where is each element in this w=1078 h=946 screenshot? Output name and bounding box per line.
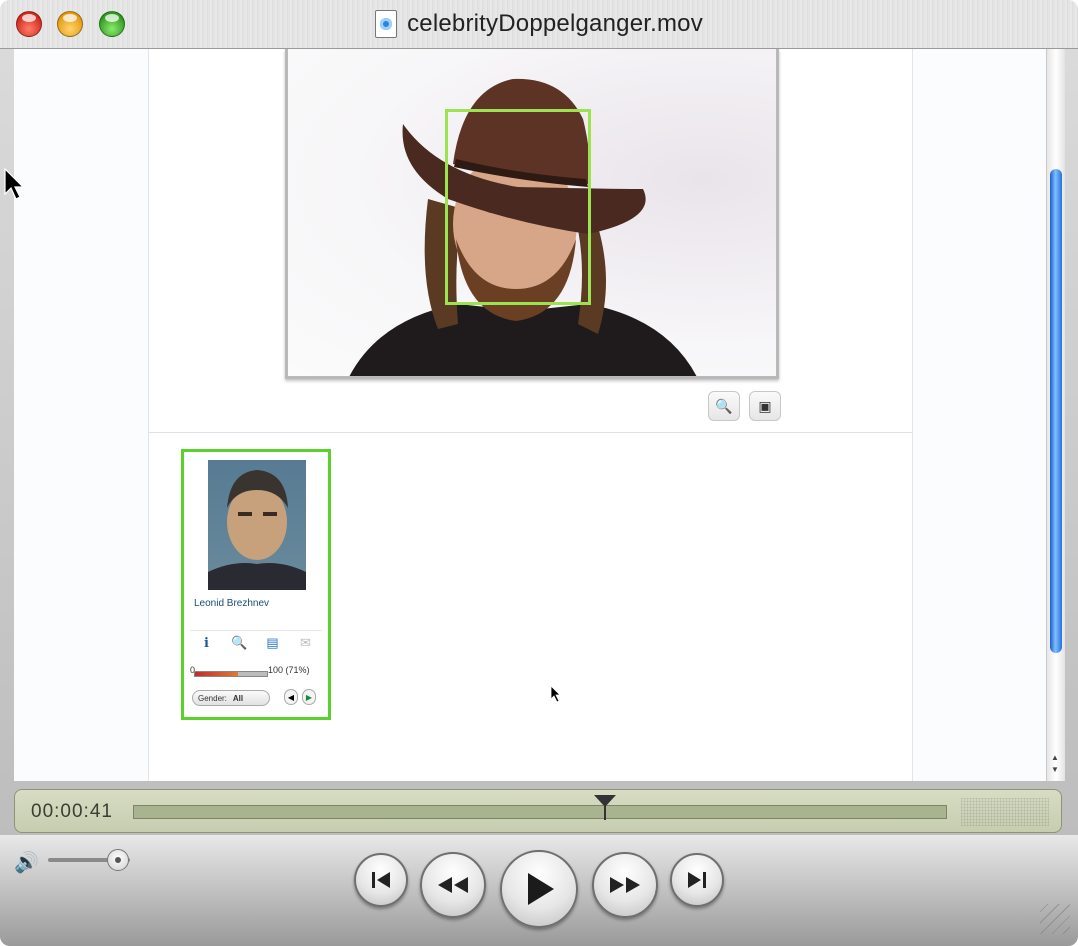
celebrity-photo <box>208 460 306 590</box>
next-match-button[interactable]: ▶ <box>302 689 316 705</box>
card-view-button[interactable]: ▤ <box>262 633 284 653</box>
rewind-icon <box>438 877 468 893</box>
movie-file-icon <box>375 10 398 38</box>
photo-card-icon: ▣ <box>758 397 772 414</box>
mail-button[interactable]: ✉ <box>295 633 317 653</box>
timecode: 00:00:41 <box>31 801 113 822</box>
mouse-cursor-icon <box>550 685 561 703</box>
source-photo <box>285 49 779 379</box>
fast-forward-icon <box>610 877 640 893</box>
card-icon: ▤ <box>266 635 279 650</box>
window-title-area: celebrityDoppelganger.mov <box>0 0 1078 48</box>
card-toolbar: i 🔍 ▤ ✉ <box>190 630 322 655</box>
slider-value-label: 100 (71%) <box>268 665 310 675</box>
scroll-thumb[interactable] <box>1050 169 1062 653</box>
window-title: celebrityDoppelganger.mov <box>407 10 703 37</box>
movie-content: 🔍 ▣ Leonid Brezhnev i 🔍 ▤ ✉ 0 100 (71%) … <box>14 49 1046 781</box>
mail-icon: ✉ <box>300 635 311 650</box>
scroll-up-arrow-icon[interactable]: ▲ <box>1051 753 1059 762</box>
mouse-pointer-icon <box>4 168 25 200</box>
go-to-end-button[interactable] <box>670 853 724 907</box>
search-button[interactable]: 🔍 <box>229 633 251 653</box>
celebrity-match-card[interactable]: Leonid Brezhnev i 🔍 ▤ ✉ 0 100 (71%) Gend… <box>181 449 331 720</box>
right-arrow-icon: ▶ <box>305 692 313 702</box>
celebrity-portrait-illustration <box>208 470 306 590</box>
scrubber-track[interactable] <box>133 805 947 819</box>
gender-filter[interactable]: Gender: All <box>192 690 270 706</box>
resize-handle-icon[interactable] <box>1040 904 1070 934</box>
photo-info-button[interactable]: ▣ <box>749 391 781 421</box>
play-button[interactable] <box>500 850 578 928</box>
volume-knob[interactable] <box>106 849 129 871</box>
face-detection-box <box>445 109 591 305</box>
play-icon <box>528 873 554 905</box>
previous-match-button[interactable]: ◀ <box>284 689 298 705</box>
playhead-line <box>604 802 607 820</box>
fast-forward-button[interactable] <box>592 852 658 918</box>
info-icon: i <box>204 635 209 651</box>
search-icon: 🔍 <box>231 635 248 650</box>
similarity-slider[interactable] <box>194 671 268 677</box>
speaker-icon[interactable]: 🔊 <box>14 850 39 875</box>
skip-to-end-icon <box>688 872 706 888</box>
timeline-display: 00:00:41 <box>14 789 1062 833</box>
right-margin <box>912 49 1046 781</box>
left-margin <box>14 49 149 781</box>
rewind-button[interactable] <box>420 852 486 918</box>
scroll-down-arrow-icon[interactable]: ▼ <box>1051 765 1059 774</box>
go-to-start-button[interactable] <box>354 853 408 907</box>
magnifier-icon: 🔍 <box>715 397 733 414</box>
info-button[interactable]: i <box>196 633 218 653</box>
gender-label: Gender: <box>198 693 227 703</box>
celebrity-name: Leonid Brezhnev <box>194 598 270 609</box>
left-arrow-icon: ◀ <box>287 692 295 702</box>
gender-value: All <box>232 693 244 703</box>
skip-to-start-icon <box>372 872 390 888</box>
quicktime-window: celebrityDoppelganger.mov 🔍 ▣ Leonid Bre… <box>0 0 1078 946</box>
zoom-photo-button[interactable]: 🔍 <box>708 391 740 421</box>
section-divider <box>149 432 912 433</box>
similarity-slider-row: 0 100 (71%) <box>190 664 324 678</box>
timeline-grip <box>961 798 1049 826</box>
title-bar[interactable]: celebrityDoppelganger.mov <box>0 0 1078 49</box>
vertical-scrollbar[interactable]: ▲ ▼ <box>1046 49 1065 781</box>
